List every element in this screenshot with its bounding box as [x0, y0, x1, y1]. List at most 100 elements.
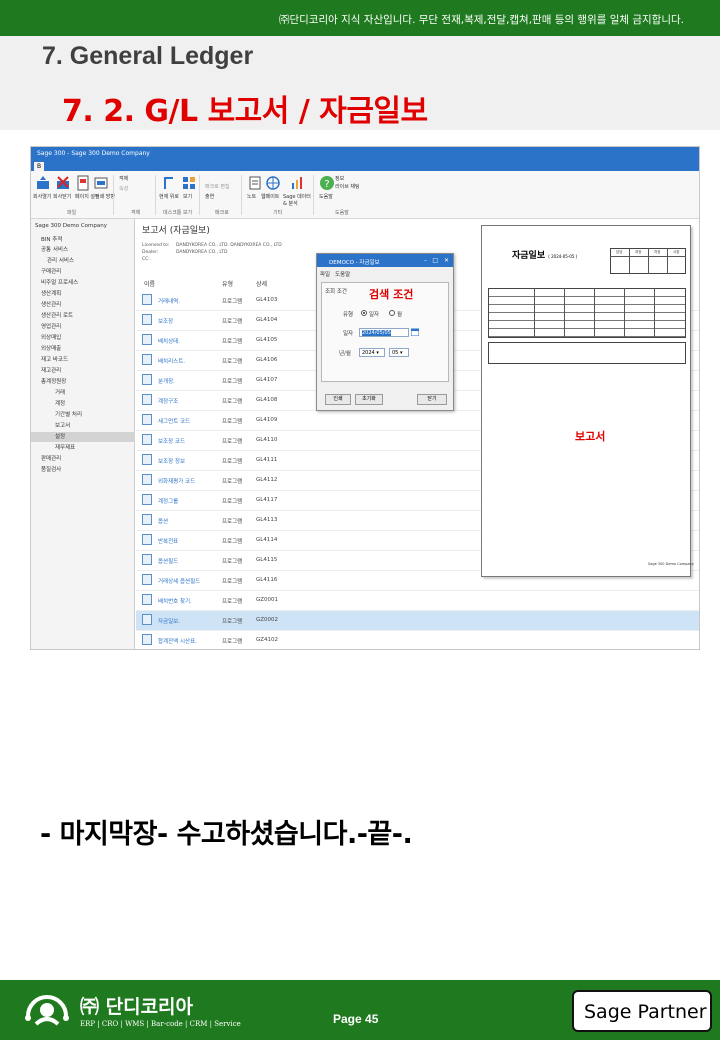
row-name[interactable]: 보조장: [158, 317, 173, 325]
row-type: 프로그램: [222, 459, 243, 465]
row-name[interactable]: 배치번호 찾기.: [158, 597, 192, 605]
report-program-icon: [142, 454, 152, 465]
radio-daily[interactable]: [361, 310, 367, 316]
sidebar-sub-item[interactable]: 거래: [55, 388, 65, 396]
report-program-icon: [142, 494, 152, 505]
close-icon[interactable]: ✕: [444, 257, 449, 264]
table-row[interactable]: 자금일보. 프로그램 GZ0002: [136, 611, 699, 631]
menu-file[interactable]: 파일: [320, 270, 330, 278]
sidebar-item[interactable]: 비주얼 프로세스: [41, 278, 78, 286]
ribbon-label-info[interactable]: 정보: [335, 175, 344, 182]
radio-monthly[interactable]: [389, 310, 395, 316]
row-type: 프로그램: [222, 539, 243, 545]
sidebar-sub-item[interactable]: 설정: [55, 432, 65, 440]
sidebar-item[interactable]: 총계정원장: [41, 377, 66, 385]
web-icon[interactable]: [265, 175, 281, 191]
ribbon-label-object[interactable]: 객체: [119, 175, 128, 182]
row-name[interactable]: 거래내역.: [158, 297, 180, 305]
sidebar-sub-item[interactable]: 기간별 처리: [55, 410, 82, 418]
row-name[interactable]: 계정그룹: [158, 497, 178, 505]
calendar-icon[interactable]: [411, 328, 419, 336]
sidebar-item[interactable]: 영업관리: [41, 322, 61, 330]
row-name[interactable]: 배치리스트.: [158, 357, 185, 365]
sidebar-item[interactable]: 생산계획: [41, 289, 61, 297]
sidebar-item[interactable]: 생산관리: [41, 300, 61, 308]
maximize-icon[interactable]: □: [432, 257, 438, 264]
column-header-detail[interactable]: 상세: [256, 279, 267, 288]
ribbon-separator: [313, 175, 314, 215]
sidebar-sub-item[interactable]: 계정: [55, 399, 65, 407]
ribbon-label-properties[interactable]: 속성: [119, 185, 128, 192]
sidebar-item[interactable]: 외상매출: [41, 344, 61, 352]
sidebar-sub-item[interactable]: 재무제표: [55, 443, 75, 451]
analytics-icon[interactable]: [289, 175, 305, 191]
svg-text:?: ?: [324, 179, 329, 190]
open-company-icon[interactable]: [35, 175, 51, 191]
minimize-icon[interactable]: –: [424, 257, 427, 264]
sidebar-root[interactable]: Sage 300 Demo Company: [35, 223, 107, 229]
row-name[interactable]: 보조장 코드: [158, 437, 185, 445]
ribbon-label-live-chat[interactable]: 라이브 채팅: [335, 183, 360, 190]
sidebar-item[interactable]: 생산관리 로트: [41, 311, 73, 319]
report-program-icon: [142, 534, 152, 545]
view-icon[interactable]: [181, 175, 197, 191]
tab-criteria[interactable]: 조회 조건: [325, 287, 347, 295]
row-code: GZ0002: [256, 617, 279, 623]
report-table-divider: [534, 288, 535, 338]
dealer-label: Dealer:: [142, 250, 159, 255]
sidebar-item[interactable]: 재고 바코드: [41, 355, 68, 363]
reset-button[interactable]: 초기화: [355, 394, 383, 405]
sage-screenshot: Sage 300 - Sage 300 Demo Company B 회사열기 …: [30, 146, 700, 650]
month-select[interactable]: 05 ▾: [389, 348, 409, 357]
ribbon-label-macro-run[interactable]: 출연: [205, 193, 214, 200]
sidebar-item[interactable]: 구매관리: [41, 267, 61, 275]
sidebar-item[interactable]: BIN 추적: [41, 235, 62, 243]
dandi-logo-icon: [25, 995, 69, 1026]
row-code: GZ4102: [256, 637, 279, 643]
sidebar-item[interactable]: 재고관리: [41, 366, 61, 374]
row-name[interactable]: 분개장.: [158, 377, 175, 385]
note-icon[interactable]: [247, 175, 263, 191]
year-select[interactable]: 2024 ▾: [359, 348, 385, 357]
row-name[interactable]: 자금일보.: [158, 617, 180, 625]
row-name[interactable]: 세그먼트 코드: [158, 417, 190, 425]
print-button[interactable]: 인쇄: [325, 394, 351, 405]
menu-help[interactable]: 도움말: [335, 270, 350, 278]
print-orientation-icon[interactable]: [93, 175, 109, 191]
row-name[interactable]: 옵션필드: [158, 557, 178, 565]
sidebar-item[interactable]: 외상매입: [41, 333, 61, 341]
cash-report-dialog: DEMOCO - 자금일보 – □ ✕ 파일 도움말 조회 조건 검색 조건 유…: [316, 253, 454, 411]
row-type: 프로그램: [222, 639, 243, 645]
sidebar-item[interactable]: 공통 서비스: [41, 245, 68, 253]
sidebar-item[interactable]: 관리 서비스: [47, 256, 74, 264]
row-type: 프로그램: [222, 319, 243, 325]
ribbon-label-macro-edit[interactable]: 매크로 편집: [205, 183, 230, 190]
close-company-icon[interactable]: [55, 175, 71, 191]
row-name[interactable]: 반복전표: [158, 537, 178, 545]
close-button[interactable]: 닫기: [417, 394, 447, 405]
row-name[interactable]: 계정구조: [158, 397, 178, 405]
row-name[interactable]: 보조장 정보: [158, 457, 185, 465]
report-program-icon: [142, 614, 152, 625]
row-name[interactable]: 배치상태.: [158, 337, 180, 345]
help-icon[interactable]: ?: [319, 175, 335, 191]
row-name[interactable]: 외화재평가 코드: [158, 477, 195, 485]
row-code: GL4117: [256, 497, 278, 503]
sidebar-item[interactable]: 품질검사: [41, 465, 61, 473]
sidebar-item[interactable]: 판매관리: [41, 454, 61, 462]
row-name[interactable]: 합계잔액 시산표.: [158, 637, 197, 645]
row-name[interactable]: 거래상세 옵션필드: [158, 577, 200, 585]
column-header-type[interactable]: 유형: [222, 279, 233, 288]
sidebar-sub-item[interactable]: 보고서: [55, 421, 70, 429]
column-header-name[interactable]: 이름: [144, 279, 155, 288]
table-row[interactable]: 합계잔액 시산표. 프로그램 GZ4102: [136, 631, 699, 649]
date-input[interactable]: 2024/05/05: [359, 328, 409, 337]
home-tab[interactable]: B: [34, 162, 44, 171]
table-row[interactable]: 배치번호 찾기. 프로그램 GZ0001: [136, 591, 699, 611]
page-setup-icon[interactable]: [75, 175, 91, 191]
row-name[interactable]: 옵션: [158, 517, 168, 525]
move-up-icon[interactable]: [161, 175, 177, 191]
copyright-notice: ㈜단디코리아 지식 자산입니다. 무단 전재,복제,전달,캡쳐,판매 등의 행위…: [279, 14, 684, 26]
month-value: 05: [392, 350, 399, 356]
sage-partner-badge: Sage Partner: [572, 990, 712, 1032]
